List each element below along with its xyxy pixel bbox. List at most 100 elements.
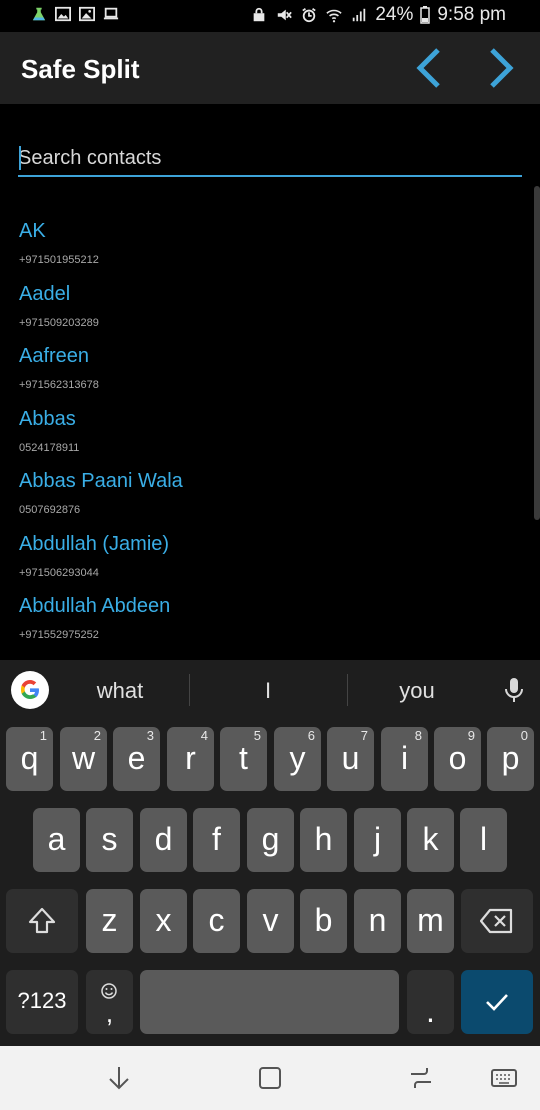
contact-item[interactable]: Abdullah Abdeen +971552975252 [19,595,519,651]
contact-name: Abbas Paani Wala [19,470,183,492]
period-key[interactable]: . [407,970,454,1034]
image-icon [79,6,95,22]
suggestion-strip: what I you [0,660,540,720]
contact-name: Abdullah Abdeen [19,595,171,617]
key-t[interactable]: t5 [220,727,267,791]
contact-phone: +971562313678 [19,379,99,391]
clock: 9:58 pm [437,4,506,25]
key-f[interactable]: f [193,808,240,872]
key-d[interactable]: d [140,808,187,872]
key-k[interactable]: k [407,808,454,872]
key-label: e [127,740,146,776]
key-h[interactable]: h [300,808,347,872]
microphone-icon[interactable] [503,677,525,705]
key-n[interactable]: n [354,889,401,953]
collapse-down-icon[interactable] [105,1064,133,1092]
suggestion-3[interactable]: you [367,678,467,704]
space-bar[interactable] [140,970,399,1034]
flask-icon [32,7,46,21]
keyboard-icon[interactable] [490,1064,518,1092]
home-square-icon[interactable] [256,1064,284,1092]
key-hint: 8 [414,728,422,743]
contact-name: Aadel [19,283,71,305]
key-g[interactable]: g [247,808,294,872]
key-r[interactable]: r4 [167,727,214,791]
key-z[interactable]: z [86,889,133,953]
key-b[interactable]: b [300,889,347,953]
key-label: r [185,740,196,776]
key-u[interactable]: u7 [327,727,374,791]
key-hint: 4 [200,728,208,743]
key-c[interactable]: c [193,889,240,953]
key-hint: 0 [520,728,528,743]
key-m[interactable]: m [407,889,454,953]
key-hint: 2 [93,728,101,743]
period-label: . [426,993,435,1029]
next-button[interactable] [480,46,524,90]
key-label: y [289,740,306,776]
key-o[interactable]: o9 [434,727,481,791]
key-label: q [20,740,39,776]
comma-emoji-key[interactable]: , [86,970,133,1034]
google-button[interactable] [11,671,49,709]
contact-item[interactable]: Abbas 0524178911 [19,408,519,464]
key-label: o [448,740,467,776]
contact-item[interactable]: Abbas Paani Wala 0507692876 [19,470,519,526]
key-label: t [239,740,248,776]
key-label: u [341,740,360,776]
chevron-right-icon [490,48,514,88]
battery-icon [420,6,431,24]
suggestion-1[interactable]: what [70,678,170,704]
search-field[interactable] [18,143,522,177]
key-e[interactable]: e3 [113,727,160,791]
contact-name: Aafreen [19,345,90,367]
divider [347,674,348,706]
key-j[interactable]: j [354,808,401,872]
app-bar: Safe Split [0,32,540,104]
key-w[interactable]: w2 [60,727,107,791]
shift-key[interactable] [6,889,78,953]
notification-icons [30,6,120,22]
key-x[interactable]: x [140,889,187,953]
backspace-key[interactable] [461,889,533,953]
vpn-icon [253,7,265,22]
key-hint: 6 [307,728,315,743]
contact-item[interactable]: Aafreen +971562313678 [19,345,519,401]
shift-icon [28,907,56,934]
laptop-icon [103,7,119,20]
contact-phone: 0507692876 [19,504,81,516]
backspace-icon [479,908,513,934]
key-y[interactable]: y6 [274,727,321,791]
contact-phone: 0524178911 [19,442,80,454]
contact-item[interactable]: AK +971501955212 [19,220,519,276]
app-title: Safe Split [21,54,140,84]
search-input[interactable] [18,143,522,173]
divider [189,674,190,706]
scrollbar[interactable] [534,186,540,520]
key-q[interactable]: q1 [6,727,53,791]
navigation-bar [0,1046,540,1110]
status-bar: 24% 9:58 pm [0,0,540,32]
text-cursor [19,146,21,170]
wifi-icon [326,9,342,23]
suggestion-2[interactable]: I [218,678,318,704]
keyboard: what I you q1 w2 e3 r4 t5 y6 u7 i8 o9 p0… [0,660,540,1046]
chevron-left-icon [416,48,440,88]
done-key[interactable] [461,970,533,1034]
symbols-key[interactable]: ?123 [6,970,78,1034]
contact-item[interactable]: Aadel +971509203289 [19,283,519,339]
previous-button[interactable] [408,46,452,90]
key-i[interactable]: i8 [381,727,428,791]
key-hint: 3 [146,728,154,743]
key-v[interactable]: v [247,889,294,953]
key-s[interactable]: s [86,808,133,872]
key-p[interactable]: p0 [487,727,534,791]
key-a[interactable]: a [33,808,80,872]
recents-icon[interactable] [407,1064,435,1092]
google-g-icon [21,680,39,699]
contact-name: Abbas [19,408,76,430]
key-l[interactable]: l [460,808,507,872]
contact-item[interactable]: Abdullah (Jamie) +971506293044 [19,533,519,589]
contact-phone: +971506293044 [19,567,99,579]
key-label: i [400,740,409,776]
